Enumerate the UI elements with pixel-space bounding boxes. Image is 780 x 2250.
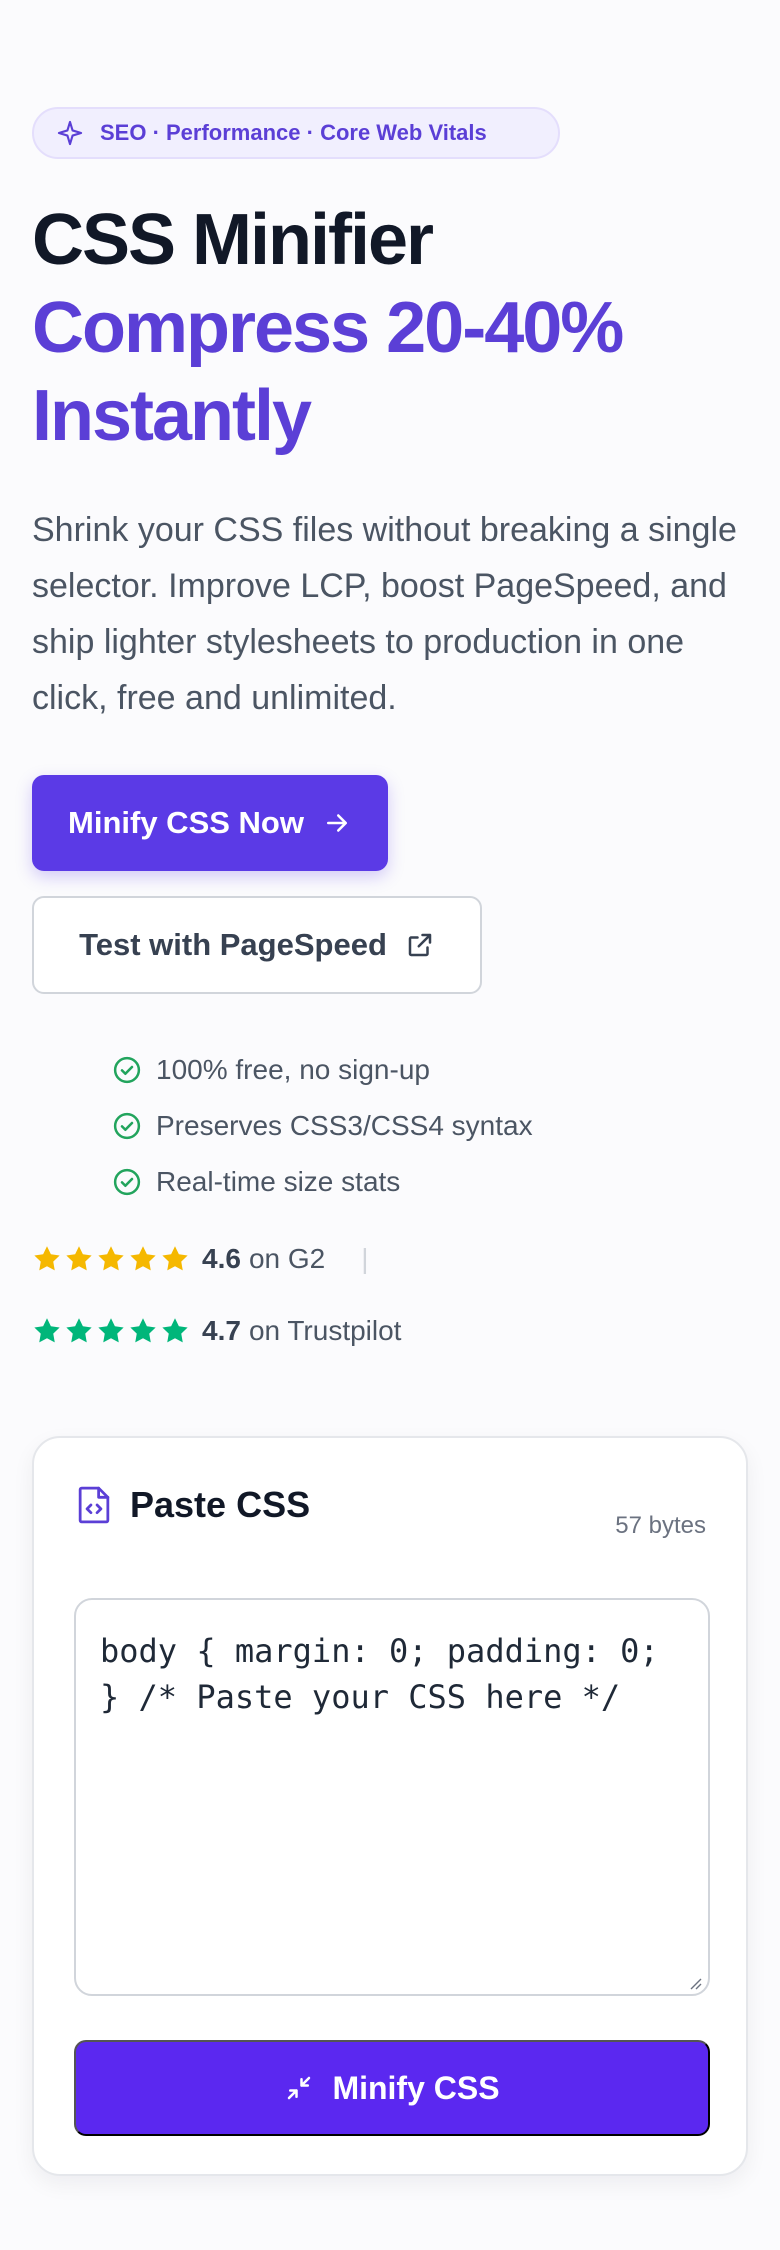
star-icon	[66, 1318, 92, 1343]
star-rating	[32, 1244, 190, 1274]
feature-item: Preserves CSS3/CSS4 syntax	[112, 1098, 533, 1154]
rating-trustpilot: 4.7 on Trustpilot	[32, 1315, 401, 1347]
minify-css-now-button[interactable]: Minify CSS Now	[32, 775, 388, 871]
star-icon	[130, 1318, 156, 1343]
sparkle-icon	[57, 120, 83, 146]
editor-title: Paste CSS	[130, 1484, 311, 1525]
feature-text: 100% free, no sign-up	[156, 1054, 430, 1085]
page-title: CSS Minifier Compress 20-40% Instantly	[32, 196, 732, 460]
badge-text: SEO · Performance · Core Web Vitals	[100, 120, 487, 145]
minify-button-label: Minify CSS	[332, 2069, 500, 2106]
rating-label: on G2	[248, 1243, 326, 1274]
star-icon	[162, 1246, 188, 1271]
feature-text: Real-time size stats	[156, 1166, 401, 1197]
arrow-right-icon	[326, 814, 347, 832]
star-icon	[162, 1318, 188, 1343]
compress-icon	[288, 2076, 311, 2100]
star-icon	[98, 1318, 124, 1343]
check-circle-icon	[113, 1168, 141, 1196]
hero-description: Shrink your CSS files without breaking a…	[32, 511, 737, 717]
test-pagespeed-button[interactable]: Test with PageSpeed	[32, 896, 482, 994]
byte-count: 57 bytes	[615, 1512, 706, 1539]
editor-header: Paste CSS	[76, 1484, 310, 1526]
feature-item: Real-time size stats	[112, 1154, 533, 1210]
resize-handle-icon[interactable]	[688, 1976, 702, 1990]
css-input[interactable]: body { margin: 0; padding: 0; } /* Paste…	[74, 1598, 710, 1996]
rating-label: on Trustpilot	[248, 1315, 402, 1346]
check-circle-icon	[113, 1112, 141, 1140]
minify-css-button[interactable]: Minify CSS	[74, 2040, 710, 2136]
check-circle-icon	[113, 1056, 141, 1084]
star-icon	[98, 1246, 124, 1271]
feature-text: Preserves CSS3/CSS4 syntax	[156, 1110, 533, 1141]
title-line-accent: Compress 20-40% Instantly	[32, 288, 624, 456]
code-file-icon	[78, 1486, 110, 1524]
star-rating	[32, 1316, 190, 1346]
star-icon	[130, 1246, 156, 1271]
category-badge: SEO · Performance · Core Web Vitals	[32, 107, 560, 159]
rating-score: 4.7	[202, 1315, 241, 1346]
rating-separator: |	[361, 1243, 369, 1274]
star-icon	[34, 1318, 60, 1343]
primary-button-label: Minify CSS Now	[68, 805, 304, 840]
title-line-primary: CSS Minifier	[32, 200, 434, 280]
feature-item: 100% free, no sign-up	[112, 1042, 533, 1098]
star-icon	[66, 1246, 92, 1271]
feature-list: 100% free, no sign-up Preserves CSS3/CSS…	[112, 1042, 533, 1210]
rating-score: 4.6	[202, 1243, 241, 1274]
external-link-icon	[408, 933, 432, 957]
secondary-button-label: Test with PageSpeed	[79, 927, 387, 962]
star-icon	[34, 1246, 60, 1271]
rating-g2: 4.6 on G2 |	[32, 1243, 369, 1275]
css-editor-card: Paste CSS 57 bytes body { margin: 0; pad…	[32, 1436, 748, 2176]
